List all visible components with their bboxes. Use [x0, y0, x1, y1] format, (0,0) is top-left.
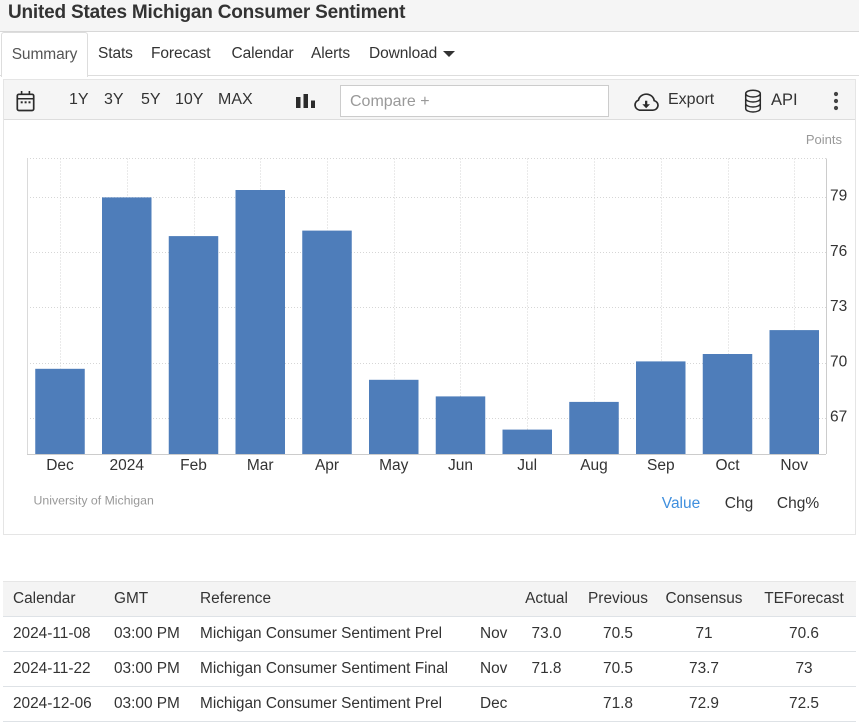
svg-text:67: 67	[830, 409, 847, 426]
svg-text:Feb: Feb	[180, 457, 207, 474]
svg-text:76: 76	[830, 243, 847, 260]
svg-text:70: 70	[830, 354, 848, 371]
svg-text:Dec: Dec	[46, 457, 74, 474]
svg-text:73: 73	[830, 298, 847, 315]
svg-text:Chg%: Chg%	[777, 495, 819, 512]
svg-text:Points: Points	[806, 132, 843, 147]
svg-text:May: May	[379, 457, 409, 474]
svg-text:Value: Value	[662, 495, 701, 512]
svg-text:University of Michigan: University of Michigan	[34, 494, 154, 508]
svg-text:Sep: Sep	[647, 457, 675, 474]
svg-text:Aug: Aug	[580, 457, 608, 474]
svg-text:79: 79	[830, 188, 847, 205]
svg-text:Nov: Nov	[780, 457, 808, 474]
svg-text:Jun: Jun	[448, 457, 473, 474]
svg-text:Apr: Apr	[315, 457, 339, 474]
svg-text:2024: 2024	[110, 457, 145, 474]
svg-text:Chg: Chg	[725, 495, 753, 512]
svg-text:Jul: Jul	[517, 457, 537, 474]
svg-text:Oct: Oct	[715, 457, 740, 474]
svg-text:Mar: Mar	[247, 457, 274, 474]
